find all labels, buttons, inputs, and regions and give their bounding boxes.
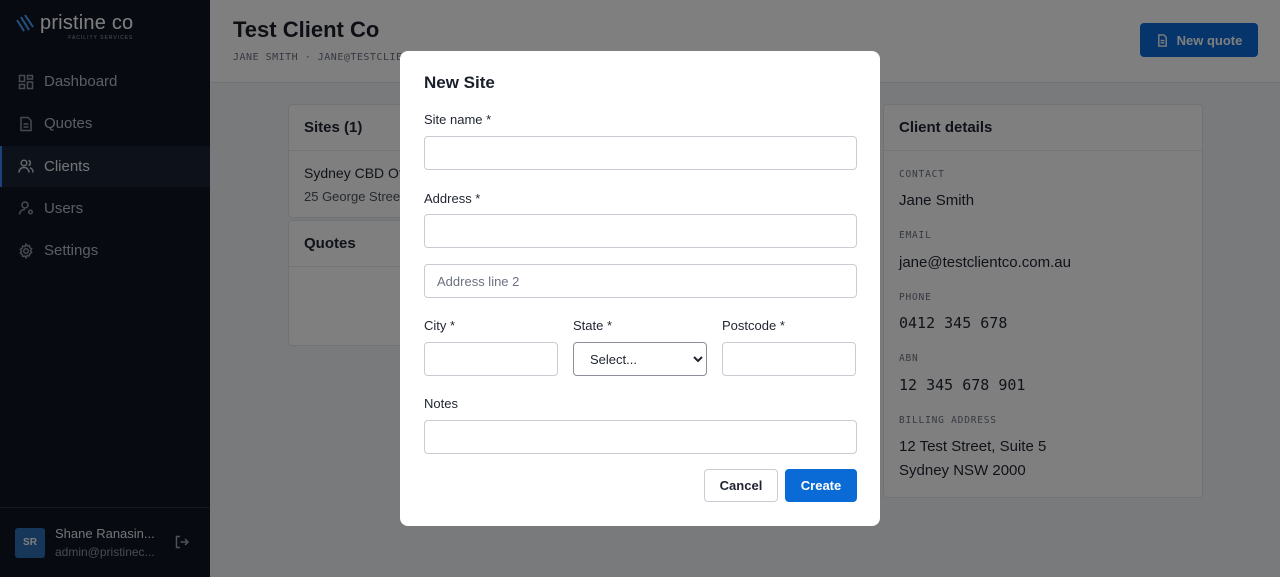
state-label: State * bbox=[573, 318, 613, 333]
cancel-button[interactable]: Cancel bbox=[704, 469, 778, 502]
dialog-title: New Site bbox=[424, 73, 495, 92]
postcode-input[interactable] bbox=[722, 342, 856, 376]
postcode-label: Postcode * bbox=[722, 318, 785, 333]
create-button[interactable]: Create bbox=[785, 469, 857, 502]
site-name-input[interactable] bbox=[424, 136, 857, 170]
state-select[interactable]: Select... bbox=[573, 342, 707, 376]
address-input[interactable] bbox=[424, 214, 857, 248]
new-site-dialog: New Site Site name * Address * City * St… bbox=[400, 51, 880, 526]
city-label: City * bbox=[424, 318, 456, 333]
address-label: Address * bbox=[424, 191, 481, 206]
notes-input[interactable] bbox=[424, 420, 857, 454]
site-name-label: Site name * bbox=[424, 112, 492, 127]
city-input[interactable] bbox=[424, 342, 558, 376]
notes-label: Notes bbox=[424, 396, 458, 411]
address-line2-input[interactable] bbox=[424, 264, 857, 298]
